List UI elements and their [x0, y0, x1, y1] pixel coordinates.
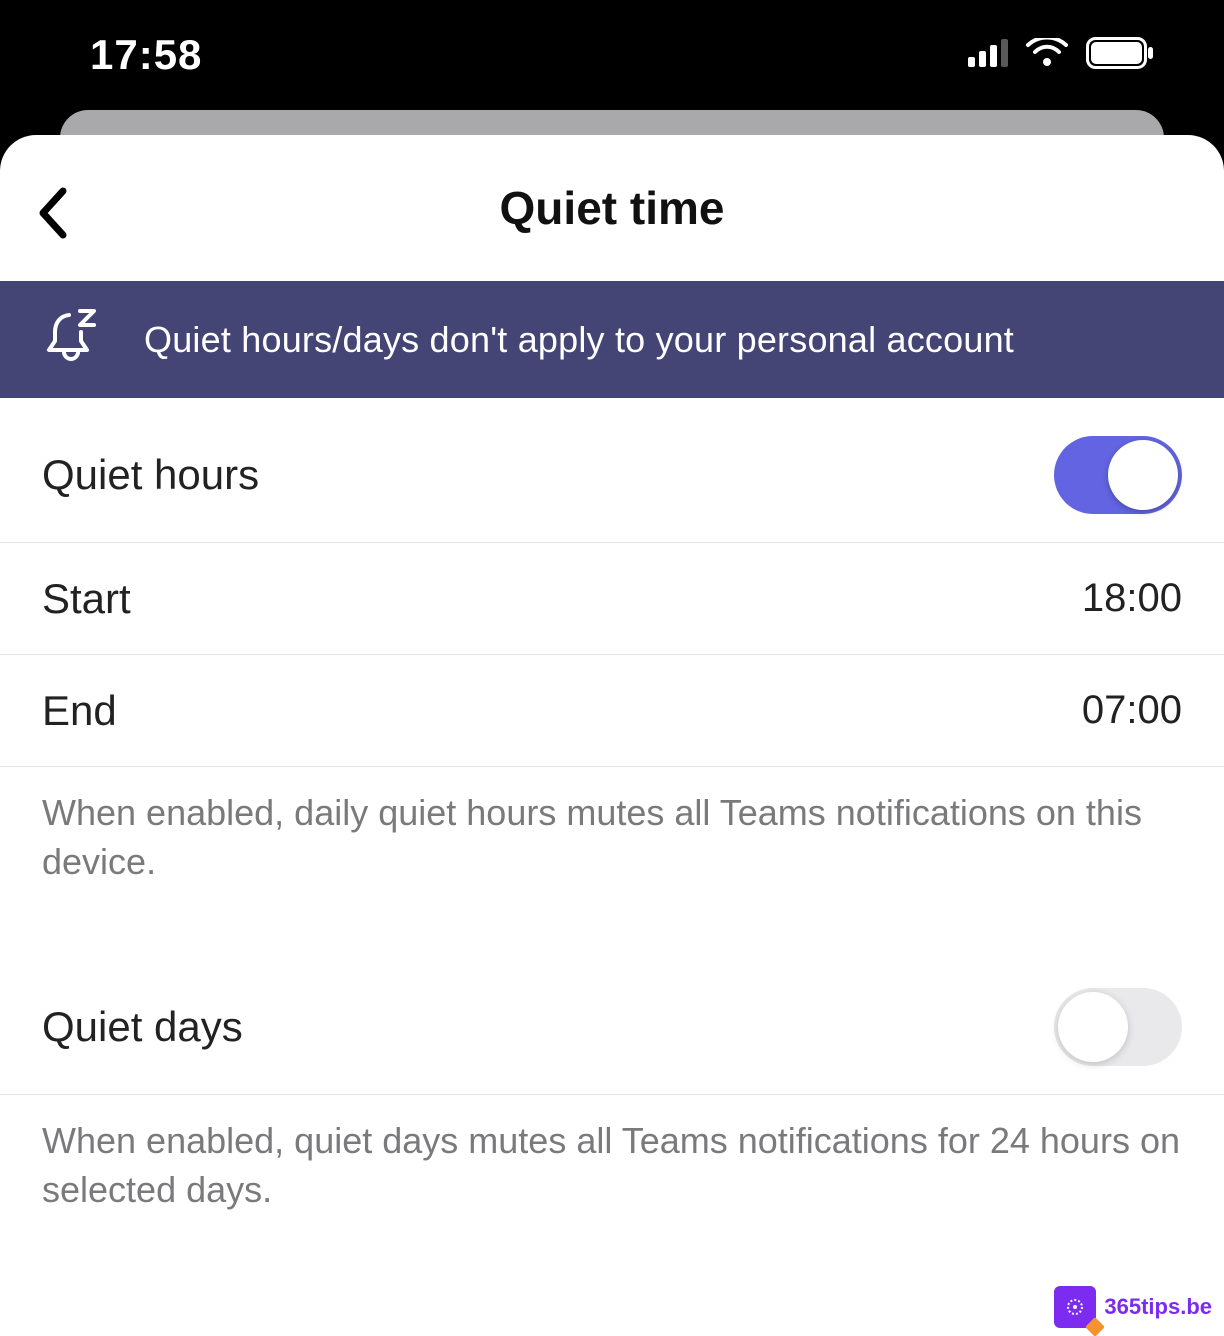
status-indicators: [968, 37, 1154, 74]
watermark-icon: [1054, 1286, 1096, 1328]
settings-sheet: Quiet time Quiet hours/days don't apply …: [0, 135, 1224, 1336]
info-banner: Quiet hours/days don't apply to your per…: [0, 281, 1224, 398]
bell-snooze-icon: [46, 309, 100, 370]
toggle-knob: [1058, 992, 1128, 1062]
end-value: 07:00: [1082, 688, 1182, 733]
watermark: 365tips.be: [1054, 1286, 1212, 1328]
watermark-text: 365tips.be: [1104, 1294, 1212, 1320]
cellular-icon: [968, 39, 1008, 72]
section-divider: [0, 896, 1224, 960]
start-time-row[interactable]: Start 18:00: [0, 543, 1224, 655]
quiet-days-label: Quiet days: [42, 1003, 243, 1051]
device-frame: 17:58 Quiet time Quiet hours/day: [0, 0, 1224, 1336]
quiet-hours-label: Quiet hours: [42, 451, 259, 499]
quiet-hours-row: Quiet hours: [0, 398, 1224, 543]
toggle-knob: [1108, 440, 1178, 510]
start-label: Start: [42, 575, 131, 623]
info-banner-text: Quiet hours/days don't apply to your per…: [144, 319, 1014, 361]
back-button[interactable]: [22, 183, 82, 243]
page-title: Quiet time: [500, 181, 725, 235]
end-label: End: [42, 687, 117, 735]
quiet-days-hint: When enabled, quiet days mutes all Teams…: [0, 1095, 1224, 1224]
status-time: 17:58: [90, 31, 202, 79]
quiet-hours-hint: When enabled, daily quiet hours mutes al…: [0, 767, 1224, 896]
wifi-icon: [1026, 38, 1068, 73]
quiet-days-toggle[interactable]: [1054, 988, 1182, 1066]
start-value: 18:00: [1082, 576, 1182, 621]
status-bar: 17:58: [0, 0, 1224, 110]
battery-icon: [1086, 37, 1154, 74]
nav-bar: Quiet time: [0, 135, 1224, 281]
quiet-hours-toggle[interactable]: [1054, 436, 1182, 514]
chevron-left-icon: [35, 187, 69, 239]
quiet-days-row: Quiet days: [0, 960, 1224, 1095]
end-time-row[interactable]: End 07:00: [0, 655, 1224, 767]
